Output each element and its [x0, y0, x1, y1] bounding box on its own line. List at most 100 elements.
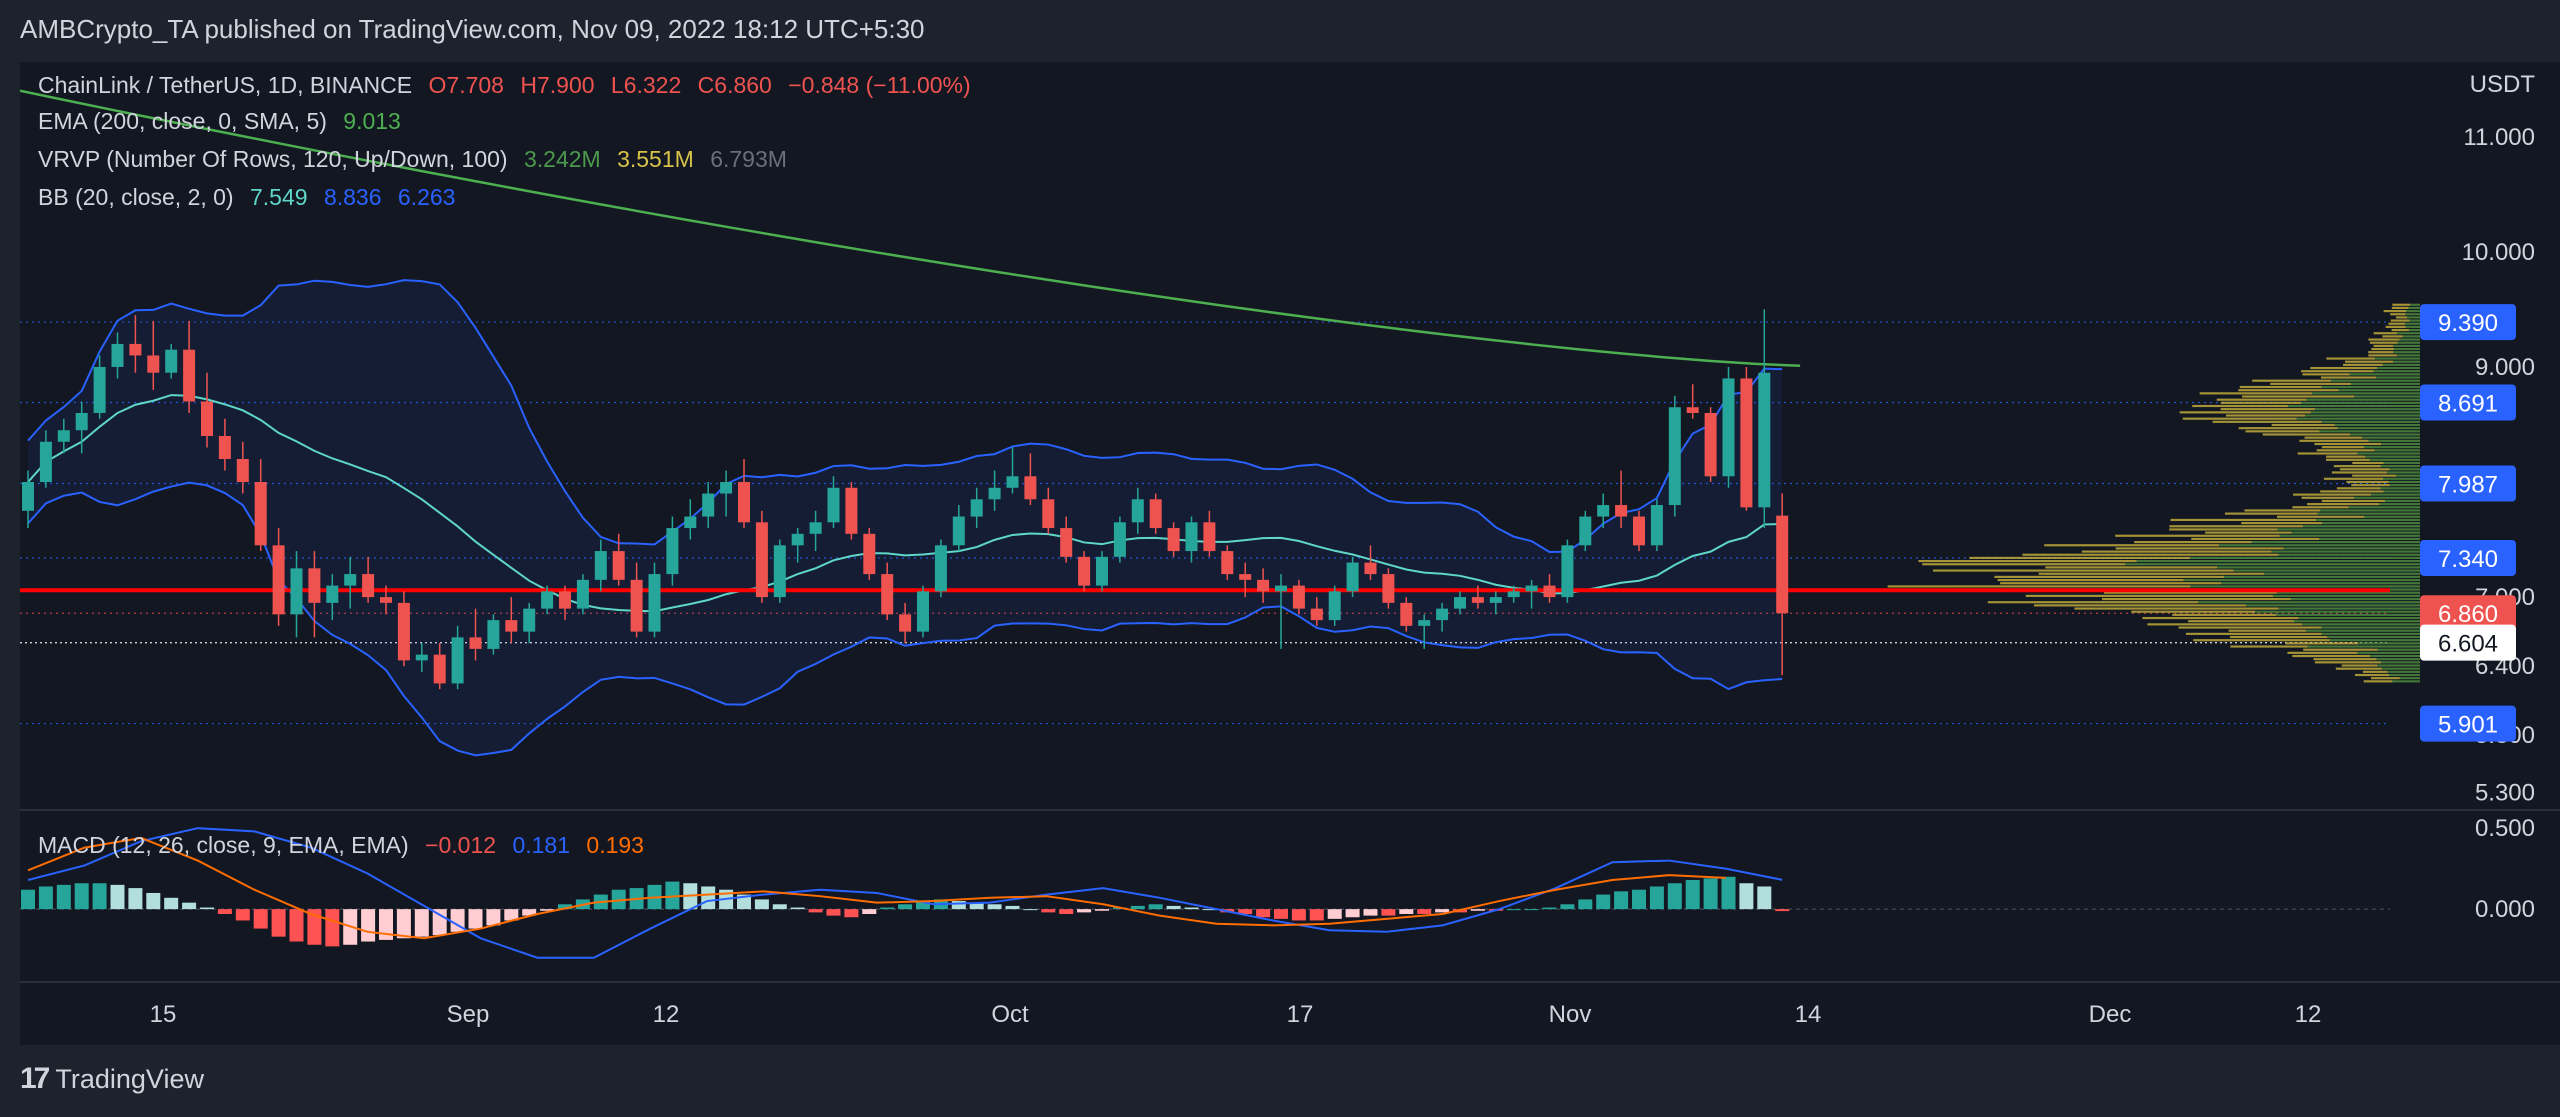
volume-profile-down-bar [2352, 461, 2384, 465]
volume-profile-down-bar [2038, 572, 2264, 575]
vrvp-legend[interactable]: VRVP (Number Of Rows, 120, Up/Down, 100)… [38, 146, 797, 173]
price-tick-label: 5.300 [2475, 780, 2535, 807]
volume-profile-down-bar [2352, 474, 2397, 477]
volume-profile-up-bar [2298, 616, 2420, 620]
bb-lower-value: 6.263 [397, 184, 456, 210]
candle-body [881, 574, 894, 615]
bb-legend[interactable]: BB (20, close, 2, 0) 7.549 8.836 6.263 [38, 184, 465, 211]
candle-body [1203, 522, 1216, 552]
vrvp-label[interactable]: VRVP (Number Of Rows, 120, Up/Down, 100) [38, 146, 508, 172]
volume-profile-down-bar [2369, 341, 2398, 344]
symbol-legend: ChainLink / TetherUS, 1D, BINANCE O7.708… [38, 72, 981, 99]
candle-body [1740, 378, 1753, 508]
volume-profile-up-bar [2387, 670, 2420, 673]
volume-profile-up-bar [2278, 553, 2420, 556]
volume-profile-up-bar [2320, 509, 2420, 512]
macd-histogram-bar [21, 889, 35, 910]
high-value: H7.900 [520, 72, 595, 98]
macd-histogram-bar [1184, 907, 1199, 910]
volume-profile-up-bar [2317, 512, 2420, 515]
macd-histogram-bar [396, 909, 411, 939]
candle-body [988, 487, 1001, 500]
volume-profile-down-bar [2252, 379, 2331, 382]
volume-profile-down-bar [2169, 525, 2303, 528]
candle-body [254, 482, 267, 546]
chart-pane[interactable]: 11.00010.0009.0007.0006.4005.8005.300USD… [20, 62, 2560, 1045]
volume-profile-up-bar [2365, 455, 2420, 458]
volume-profile-up-bar [2376, 658, 2420, 661]
candle-body [397, 602, 410, 661]
macd-tick-label: 0.500 [2475, 815, 2535, 842]
volume-profile-down-bar [2270, 382, 2351, 385]
candle-body [845, 487, 858, 534]
volume-profile-up-bar [2279, 534, 2420, 537]
volume-profile-down-bar [2320, 490, 2384, 493]
macd-histogram-bar [289, 909, 304, 942]
volume-profile-down-bar [2390, 313, 2406, 316]
volume-profile-down-bar [2304, 436, 2363, 439]
macd-histogram-bar [486, 909, 501, 926]
symbol-label[interactable]: ChainLink / TetherUS, 1D, BINANCE [38, 72, 412, 98]
bb-label[interactable]: BB (20, close, 2, 0) [38, 184, 234, 210]
volume-profile-down-bar [2383, 309, 2407, 313]
volume-profile-up-bar [2380, 487, 2420, 490]
macd-histogram-bar [1381, 909, 1396, 916]
open-value: O7.708 [428, 72, 504, 98]
volume-profile-down-bar [2192, 404, 2289, 408]
candle-body [1364, 562, 1377, 575]
volume-profile-up-bar [2221, 582, 2420, 585]
volume-profile-down-bar [2326, 455, 2366, 458]
volume-profile-down-bar [2228, 629, 2306, 632]
candle-body [1024, 476, 1037, 500]
volume-profile-down-bar [2301, 370, 2374, 373]
candle-body [1471, 597, 1484, 603]
macd-histogram-bar [826, 909, 841, 916]
volume-profile-up-bar [2374, 449, 2420, 452]
candle-body [1257, 579, 1270, 592]
footer-brand[interactable]: 17 TradingView [20, 1062, 204, 1096]
volume-profile-down-bar [2301, 496, 2354, 499]
vrvp-down-value: 3.551M [617, 146, 694, 172]
candle-body [1239, 574, 1252, 580]
macd-label[interactable]: MACD (12, 26, close, 9, EMA, EMA) [38, 832, 409, 858]
volume-profile-down-bar [2368, 338, 2400, 341]
vrvp-total-value: 6.793M [710, 146, 787, 172]
macd-legend[interactable]: MACD (12, 26, close, 9, EMA, EMA) −0.012… [38, 832, 654, 859]
volume-profile-up-bar [2353, 496, 2420, 499]
macd-histogram-bar [1309, 909, 1324, 921]
volume-profile-down-bar [2131, 610, 2256, 613]
candle-body [1489, 597, 1502, 603]
candle-body [970, 499, 983, 517]
ema-label[interactable]: EMA (200, close, 0, SMA, 5) [38, 108, 327, 134]
volume-profile-down-bar [2033, 604, 2247, 607]
ema-legend[interactable]: EMA (200, close, 0, SMA, 5) 9.013 [38, 108, 411, 135]
macd-histogram-bar [1667, 883, 1682, 910]
volume-profile-up-bar [2275, 613, 2420, 616]
volume-profile-down-bar [2326, 357, 2376, 360]
volume-profile-up-bar [2399, 677, 2420, 680]
volume-profile-down-bar [2224, 512, 2318, 515]
candle-body [1668, 407, 1681, 506]
volume-profile-up-bar [2291, 531, 2420, 534]
candle-body [1436, 608, 1449, 621]
macd-histogram-bar [1775, 909, 1790, 912]
volume-profile-down-bar [1987, 601, 2199, 604]
volume-profile-up-bar [2404, 322, 2420, 325]
volume-profile-down-bar [2385, 325, 2406, 328]
volume-profile-up-bar [2136, 559, 2420, 563]
volume-profile-down-bar [2303, 648, 2378, 651]
volume-profile-up-bar [2307, 645, 2420, 648]
macd-histogram-bar [1596, 894, 1611, 910]
volume-profile-down-bar [2193, 639, 2330, 642]
volume-profile-up-bar [2273, 594, 2420, 597]
candle-body [952, 516, 965, 546]
volume-profile-down-bar [2115, 547, 2284, 550]
volume-profile-down-bar [2302, 373, 2350, 376]
candle-body [1507, 591, 1520, 598]
candle-body [666, 528, 679, 575]
macd-histogram-bar [74, 883, 89, 910]
macd-histogram-bar [164, 897, 179, 910]
macd-histogram-bar [1077, 909, 1092, 913]
volume-profile-down-bar [2238, 427, 2338, 430]
candle-body [1382, 574, 1395, 603]
